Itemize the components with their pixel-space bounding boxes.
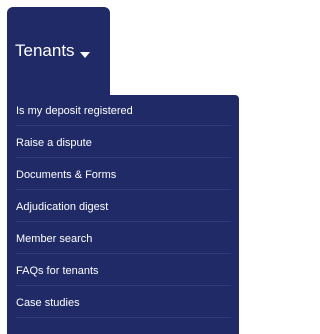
menu-item-label: Adjudication digest	[16, 200, 109, 213]
menu-item-deposit-registered[interactable]: Is my deposit registered	[16, 95, 231, 126]
menu-item-member-search[interactable]: Member search	[16, 222, 231, 254]
tenants-menu: Tenants Is my deposit registered Raise a…	[0, 0, 244, 334]
menu-item-label: Case studies	[16, 296, 80, 309]
menu-item-adjudication-digest[interactable]: Adjudication digest	[16, 190, 231, 222]
menu-item-raise-dispute[interactable]: Raise a dispute	[16, 126, 231, 158]
tenants-nav-label: Tenants	[15, 41, 75, 60]
menu-item-label: Member search	[16, 232, 93, 245]
menu-item-case-studies[interactable]: Case studies	[16, 286, 231, 318]
tenants-nav-tab-content: Tenants	[15, 41, 91, 61]
tenants-dropdown: Is my deposit registered Raise a dispute…	[7, 95, 239, 334]
menu-item-label: FAQs for tenants	[16, 264, 99, 277]
caret-down-icon	[79, 47, 91, 58]
tenants-menu-list: Is my deposit registered Raise a dispute…	[16, 95, 231, 318]
menu-item-label: Raise a dispute	[16, 136, 92, 149]
menu-item-documents-forms[interactable]: Documents & Forms	[16, 158, 231, 190]
menu-item-label: Documents & Forms	[16, 168, 117, 181]
menu-item-label: Is my deposit registered	[16, 105, 133, 117]
menu-item-faqs-tenants[interactable]: FAQs for tenants	[16, 254, 231, 286]
tenants-nav-tab[interactable]: Tenants	[7, 7, 110, 95]
